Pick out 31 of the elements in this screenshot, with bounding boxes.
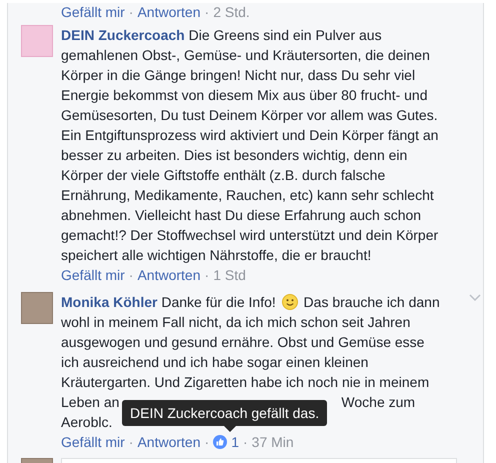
author-link[interactable]: DEIN Zuckercoach [61, 27, 185, 43]
like-count[interactable]: 1 [231, 433, 239, 451]
tooltip-arrow-icon [224, 426, 236, 432]
separator-dot: · [128, 3, 134, 21]
separator-dot: · [204, 3, 210, 21]
comment-text: Monika Köhler Danke für die Info! Das brauche ich dann wohl in meinem Fall nicht, da ich mich schon seit Jahren ausgewogen und gesund ernähre. Obst und Gemüse esse ich ausreichend und ich habe sogar einen kleinen Kräutergarten. Und Zigaretten habe ich noch nie in meinem [61, 293, 441, 392]
like-link[interactable]: Gefällt mir [61, 3, 125, 21]
comment-text: DEIN Zuckercoach Die Greens sind ein Pulver aus gemahlenen Obst-, Gemüse- und Kräutersorten, die deinen Körper in die Gänge bringen! Nicht nur, dass Du sehr viel Energie bekommst von diesem Mix aus über 80 frucht- und Gemüsesorten, Du tust Deinem Körper vor allem was Gutes. Ein Entgiftunsprozess wird aktiviert und Dein Körper fängt an besser zu arbeiten. Dies ist besonders wichtig, denn ein Körper der viele Giftstoffe enthält (z.B. durch falsche Ernährung, Medikamente, Rauchen, etc) kann sehr schlecht abnehmen. Vielleicht hast Du diese Erfahrung auch schon gemacht!? Der Stoffwechsel wird unterstützt und dein Körper speichert alle wichtigen Nährstoffe, die er braucht! [61, 26, 440, 265]
reply-link[interactable]: Antworten [137, 266, 201, 284]
like-link[interactable]: Gefällt mir [61, 433, 125, 451]
smiley-emoji-icon [282, 294, 298, 310]
photo-placeholder[interactable] [21, 292, 53, 324]
like-link[interactable]: Gefällt mir [61, 266, 125, 284]
reply-link[interactable]: Antworten [137, 433, 201, 451]
timestamp: 37 Min [252, 433, 294, 451]
photo-placeholder[interactable] [21, 25, 53, 57]
chevron-down-icon[interactable] [469, 294, 481, 302]
separator-dot: · [128, 266, 134, 284]
separator-dot: · [204, 433, 210, 451]
comment-text: Aeroblc. [61, 413, 112, 432]
comment-text: Leben an [61, 393, 120, 412]
thumbs-up-icon [213, 435, 228, 449]
author-link[interactable]: Monika Köhler [61, 294, 158, 310]
comment-text: Woche zum [341, 393, 416, 412]
separator-dot: · [204, 266, 210, 284]
timestamp: 1 Std [213, 266, 246, 284]
separator-dot: · [242, 433, 248, 451]
timestamp: 2 Std. [213, 3, 250, 21]
reply-link[interactable]: Antworten [137, 3, 201, 21]
separator-dot: · [128, 433, 134, 451]
tooltip: DEIN Zuckercoach gefällt das. [122, 400, 328, 426]
